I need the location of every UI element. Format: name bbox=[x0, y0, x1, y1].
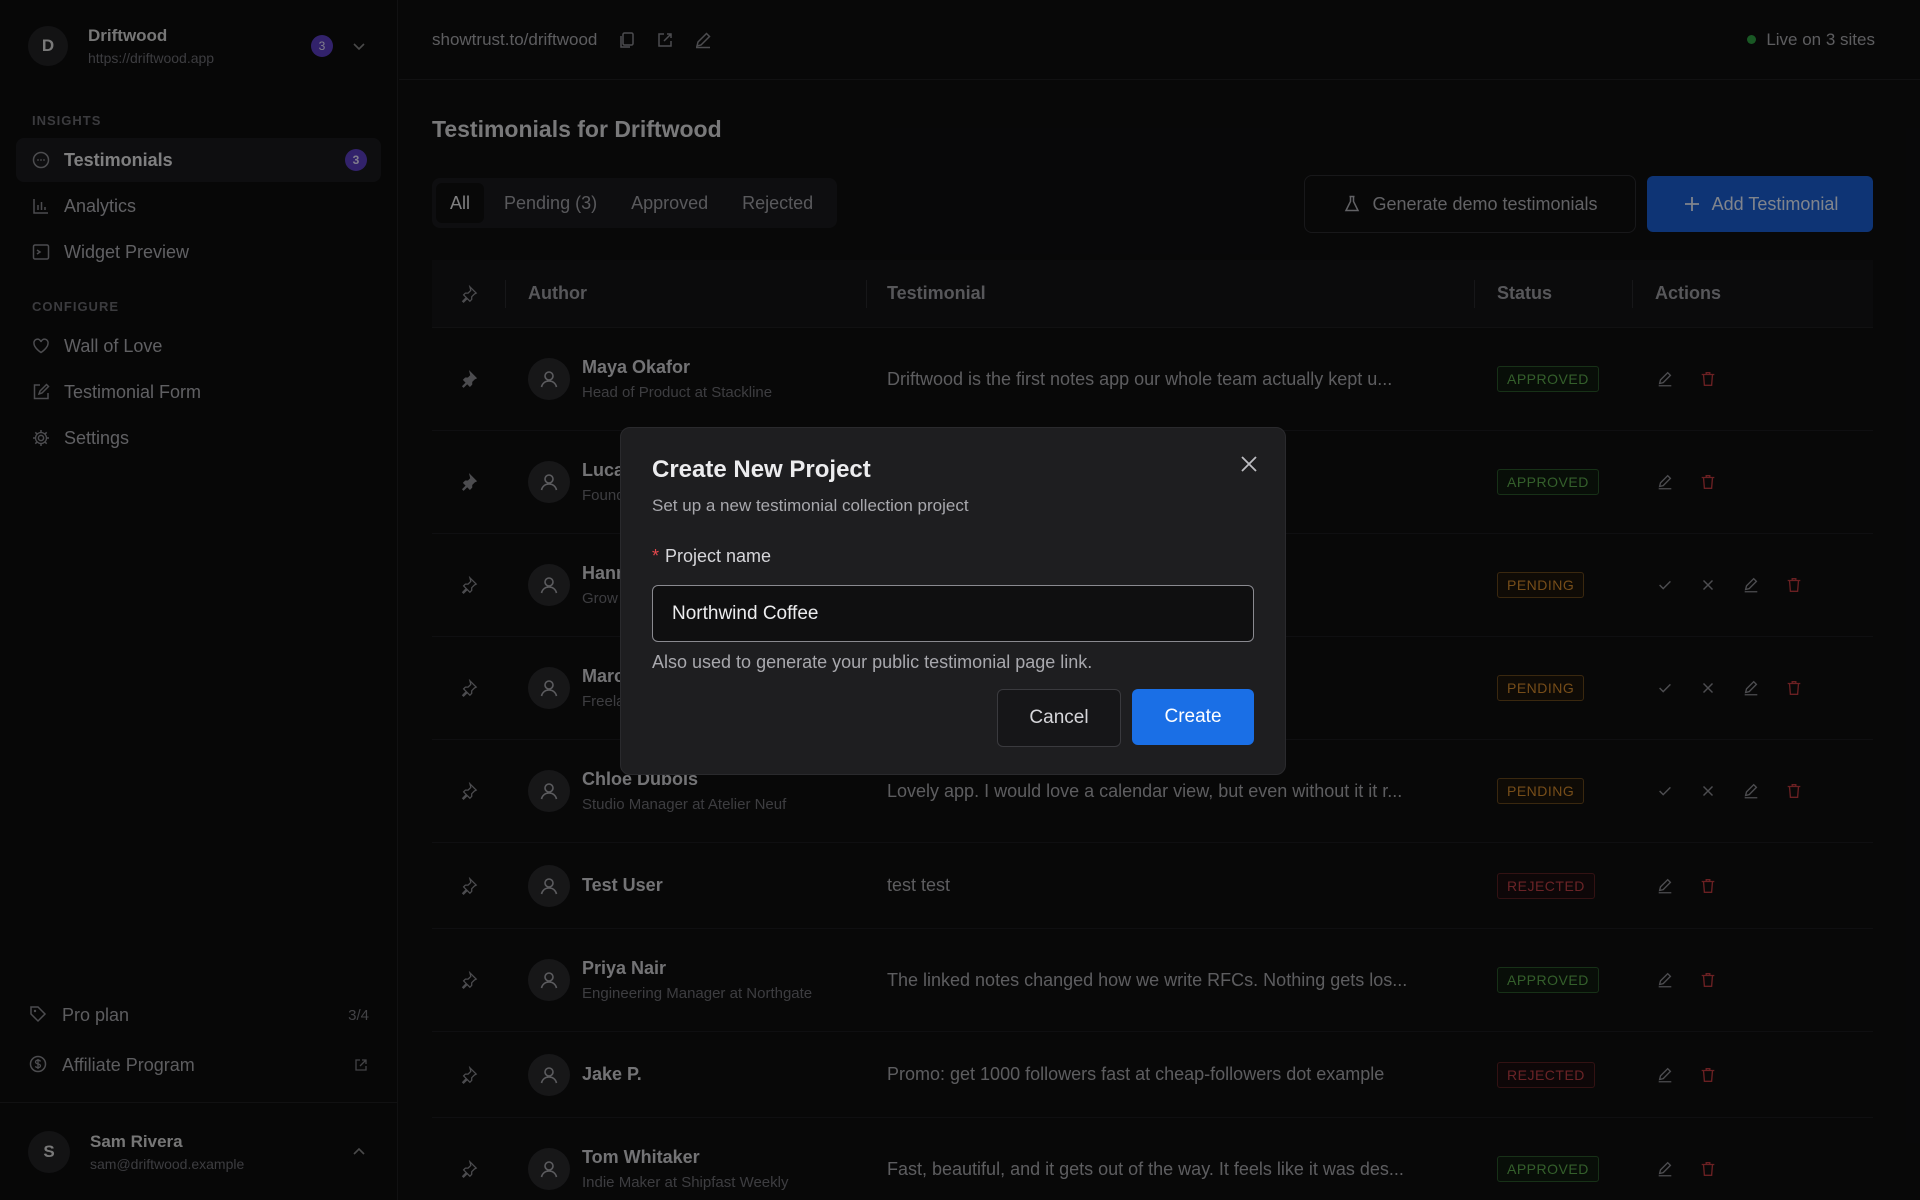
project-name-label: * Project name bbox=[652, 546, 1254, 567]
project-name-input[interactable]: Northwind Coffee bbox=[652, 585, 1254, 642]
required-mark: * bbox=[652, 546, 660, 566]
project-name-label-text: Project name bbox=[665, 546, 772, 566]
create-project-dialog: Create New Project Set up a new testimon… bbox=[620, 427, 1286, 775]
dialog-subtitle: Set up a new testimonial collection proj… bbox=[652, 496, 969, 515]
cancel-button[interactable]: Cancel bbox=[997, 689, 1121, 747]
dialog-title: Create New Project bbox=[652, 456, 871, 483]
create-button[interactable]: Create bbox=[1132, 689, 1254, 745]
close-icon[interactable] bbox=[1237, 452, 1261, 476]
project-name-help: Also used to generate your public testim… bbox=[652, 652, 1093, 672]
